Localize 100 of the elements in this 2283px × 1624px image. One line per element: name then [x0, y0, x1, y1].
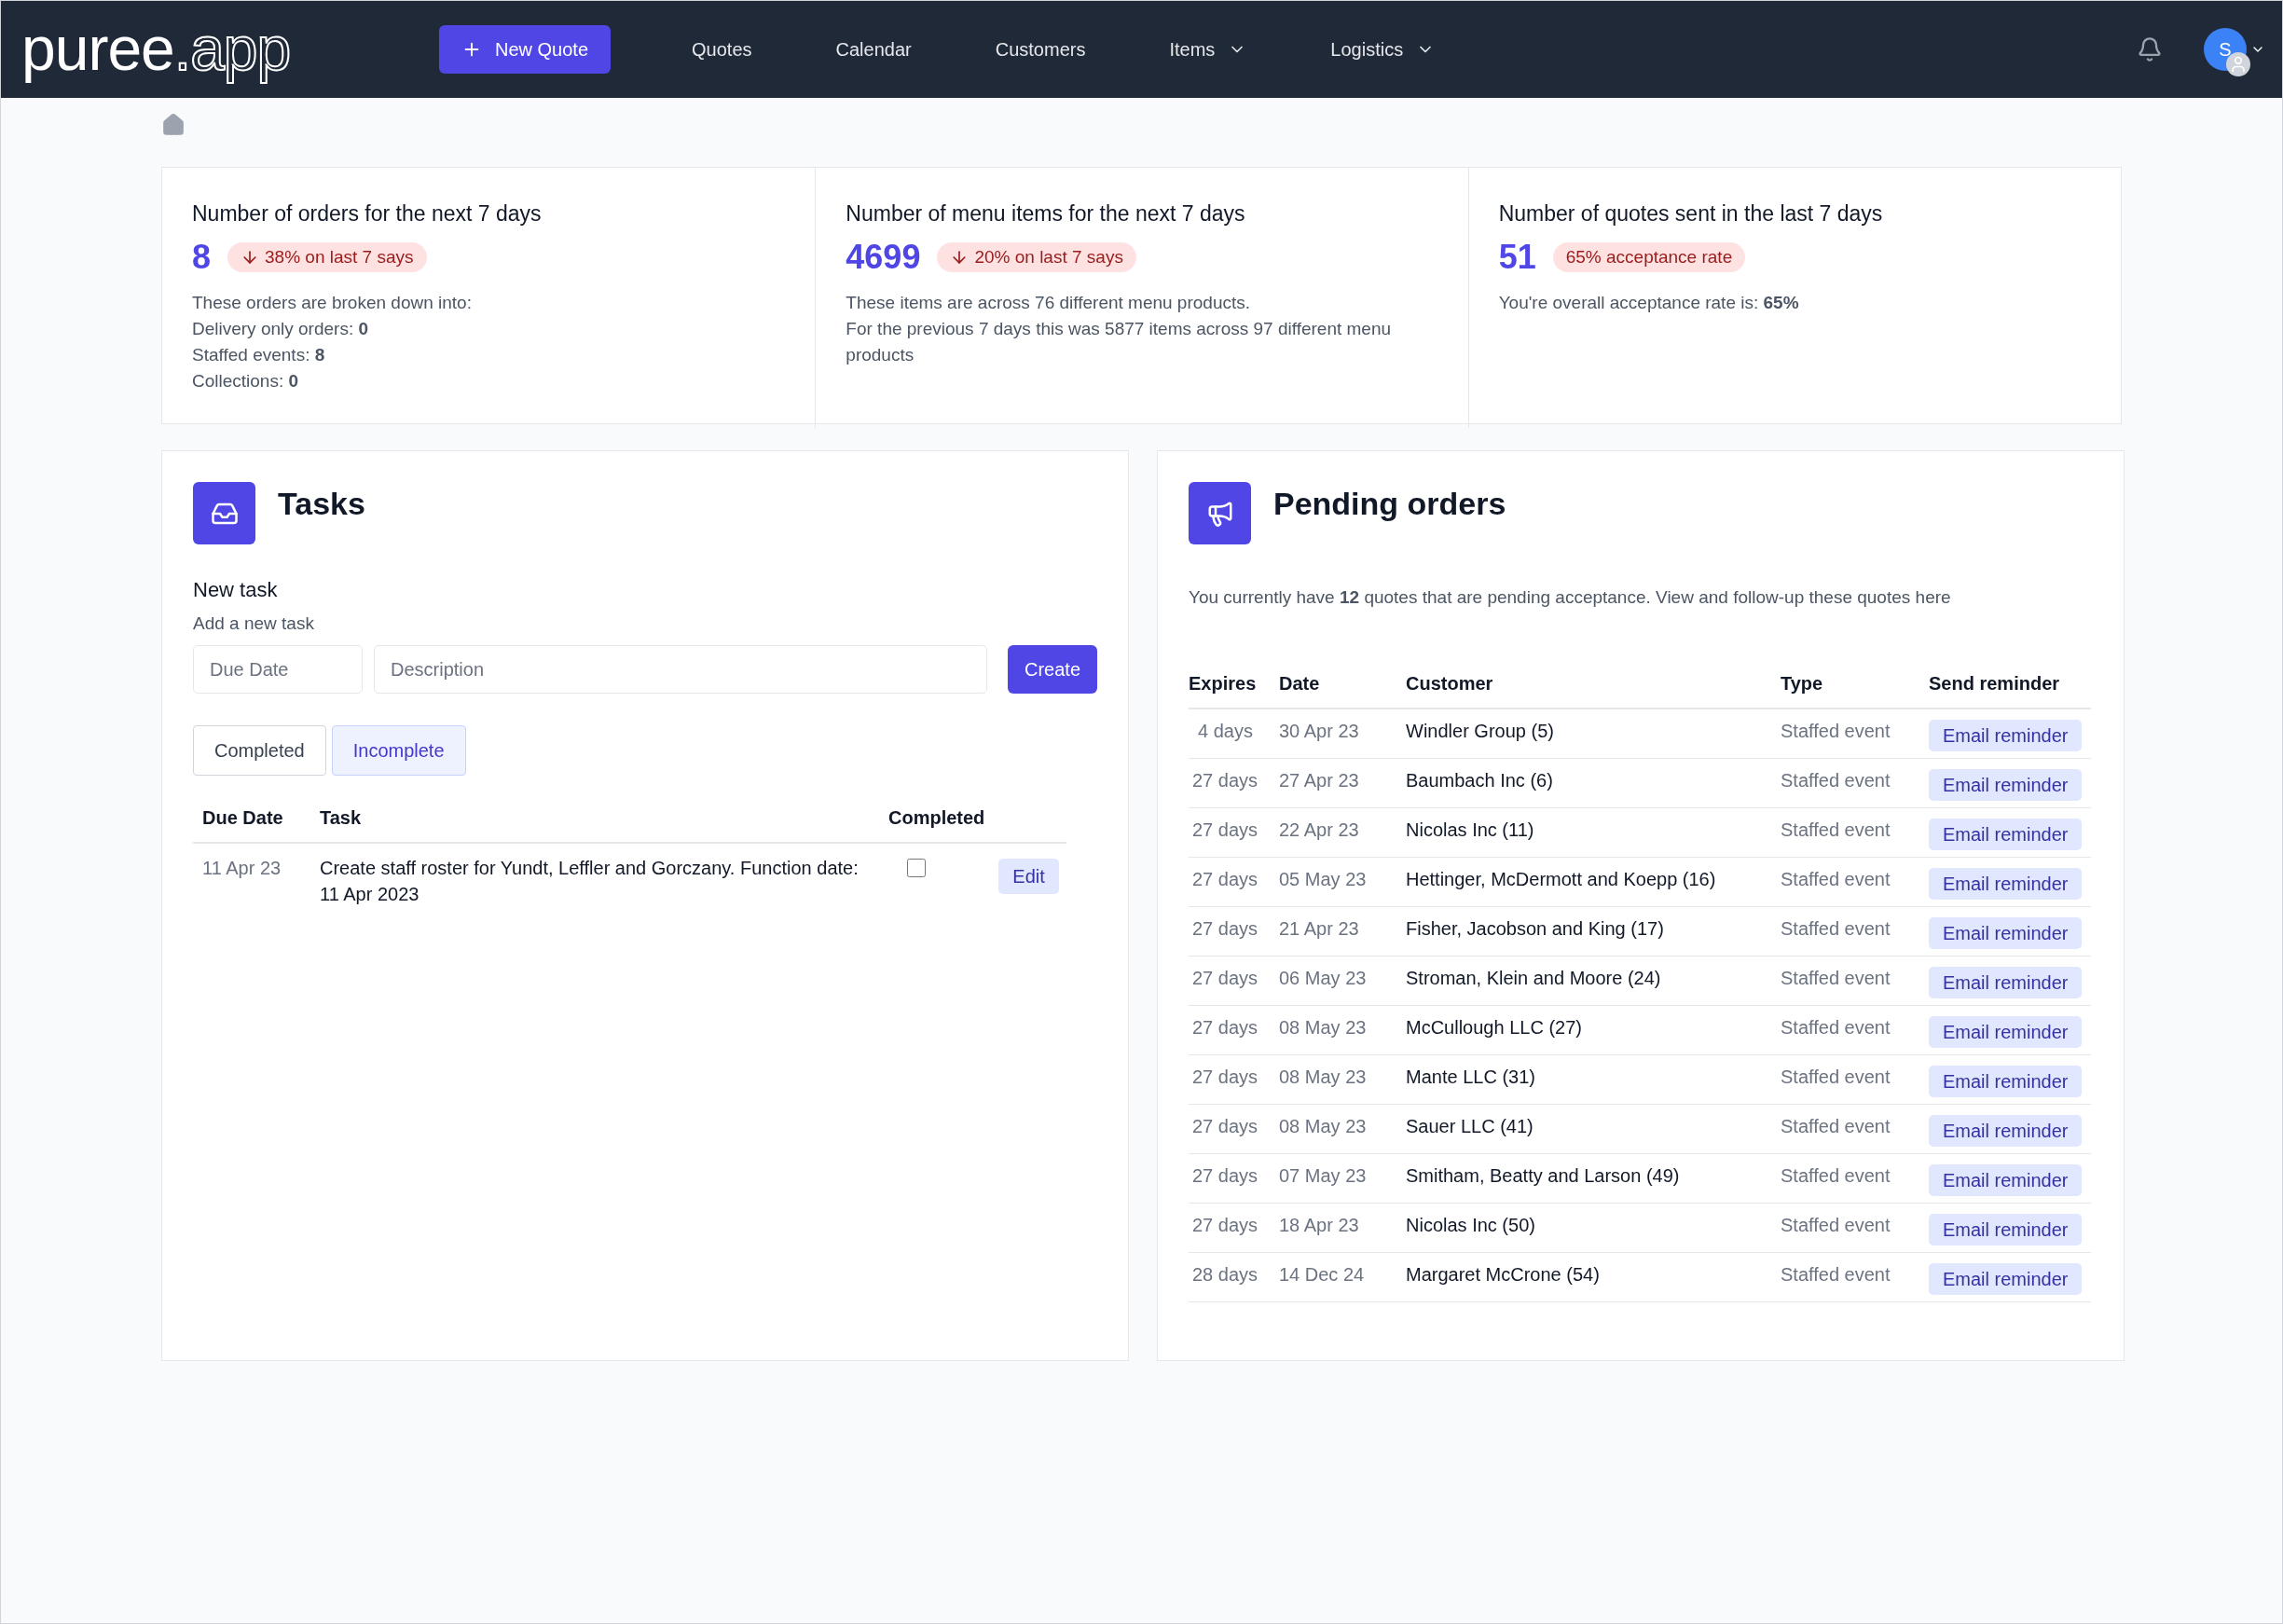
table-cell: 11 Apr 23 [202, 858, 282, 878]
table-cell: 21 Apr 23 [1279, 918, 1359, 939]
table-cell: Hettinger, McDermott and Koepp (16) [1406, 869, 1716, 889]
email-reminder-button[interactable]: Email reminder [1929, 1066, 2083, 1097]
section-heading: New task [193, 578, 279, 602]
table-cell: Smitham, Beatty and Larson (49) [1406, 1165, 1680, 1186]
table-cell: 28 days [1192, 1264, 1258, 1285]
table-cell: 27 days [1192, 869, 1258, 889]
column-header: Task [310, 794, 879, 843]
table-cell: 07 May 23 [1279, 1165, 1367, 1186]
table-cell: 14 Dec 24 [1279, 1264, 1365, 1285]
table-cell: 4 days [1198, 721, 1253, 741]
table-cell: Staffed event [1781, 721, 1891, 741]
panel-title: Tasks [278, 486, 365, 522]
description-field[interactable]: Description [374, 645, 987, 694]
table-cell: 06 May 23 [1279, 968, 1367, 988]
stat-text: You're overall acceptance rate is: 65% [1498, 292, 1800, 314]
summary-text: You currently have 12 quotes that are pending acceptance. View and follow-up these quotes here [1189, 587, 1952, 608]
table-cell: Staffed event [1781, 1116, 1891, 1136]
column-header: Customer [1406, 660, 1781, 709]
table-cell: Staffed event [1781, 819, 1891, 840]
column-header: Date [1279, 660, 1406, 709]
email-reminder-button[interactable]: Email reminder [1929, 1115, 2083, 1147]
table-cell: Windler Group (5) [1406, 721, 1554, 741]
table-cell: 27 days [1192, 968, 1258, 988]
nav-link[interactable]: Items [1127, 38, 1289, 61]
new-quote-button[interactable]: New Quote [439, 25, 612, 74]
email-reminder-button[interactable]: Email reminder [1929, 1016, 2083, 1048]
panel-title: Pending orders [1273, 486, 1506, 522]
table-cell: Staffed event [1781, 869, 1891, 889]
table-cell: 27 days [1192, 1116, 1258, 1136]
column-header: Expires [1189, 660, 1279, 709]
nav-link[interactable]: Calendar [793, 38, 954, 61]
table-cell: Mante LLC (31) [1406, 1067, 1535, 1087]
table-cell: Stroman, Klein and Moore (24) [1406, 968, 1661, 988]
stat-title: Number of orders for the next 7 days [192, 201, 543, 227]
stat-value: 51 [1498, 238, 1536, 277]
table-cell: Staffed event [1781, 968, 1891, 988]
completed-checkbox[interactable] [907, 859, 926, 877]
table-cell: 27 days [1192, 1067, 1258, 1087]
change-badge: 20% on last 7 says [937, 242, 1136, 272]
nav-link[interactable]: Quotes [650, 38, 794, 61]
table-cell: Staffed event [1781, 1017, 1891, 1038]
create-button[interactable]: Create [1007, 645, 1097, 694]
stat-value: 4699 [846, 238, 921, 277]
column-header: Type [1781, 660, 1929, 709]
stat-title: Number of quotes sent in the last 7 days [1498, 201, 1884, 227]
table-cell: Staffed event [1781, 1264, 1891, 1285]
table-cell: 08 May 23 [1279, 1067, 1367, 1087]
table-cell: 27 days [1192, 1017, 1258, 1038]
stat-value: 8 [192, 238, 212, 277]
nav-link[interactable]: Logistics [1288, 38, 1478, 61]
table-cell: Staffed event [1781, 1067, 1891, 1087]
table-cell: Sauer LLC (41) [1406, 1116, 1533, 1136]
stat-text: These items are across 76 different menu products. [846, 292, 1252, 314]
table-cell: Margaret McCrone (54) [1406, 1264, 1600, 1285]
column-header: Due Date [193, 794, 310, 843]
logo[interactable]: puree.app [18, 9, 295, 89]
column-header: Completed [879, 794, 995, 843]
filter-toggle[interactable]: Incomplete [331, 725, 466, 776]
inbox-icon [193, 482, 255, 544]
email-reminder-button[interactable]: Email reminder [1929, 1214, 2083, 1246]
table-cell: Staffed event [1781, 1215, 1891, 1235]
column-header: Send reminder [1929, 660, 2091, 709]
table-cell: 27 days [1192, 819, 1258, 840]
stat-text: Collections: 0 [192, 370, 300, 392]
table-cell: 08 May 23 [1279, 1116, 1367, 1136]
email-reminder-button[interactable]: Email reminder [1929, 1263, 2083, 1295]
email-reminder-button[interactable]: Email reminder [1929, 819, 2083, 850]
table-cell: Baumbach Inc (6) [1406, 770, 1553, 791]
email-reminder-button[interactable]: Email reminder [1929, 1164, 2083, 1196]
table-cell: Nicolas Inc (11) [1406, 819, 1534, 840]
filter-toggle[interactable]: Completed [193, 725, 326, 776]
email-reminder-button[interactable]: Email reminder [1929, 917, 2083, 949]
table-cell: Staffed event [1781, 770, 1891, 791]
email-reminder-button[interactable]: Email reminder [1929, 868, 2083, 900]
table-cell: Nicolas Inc (50) [1406, 1215, 1535, 1235]
stat-text: These orders are broken down into: [192, 292, 473, 314]
due-date-field[interactable]: Due Date [193, 645, 363, 694]
table-cell: McCullough LLC (27) [1406, 1017, 1582, 1038]
edit-button[interactable]: Edit [998, 859, 1059, 894]
table-cell: Staffed event [1781, 1165, 1891, 1186]
table-cell: 27 Apr 23 [1279, 770, 1359, 791]
megaphone-icon [1189, 482, 1251, 544]
table-cell: 08 May 23 [1279, 1017, 1367, 1038]
stat-text: Staffed events: 8 [192, 344, 326, 366]
nav-link[interactable]: Customers [953, 38, 1128, 61]
stat-text: Delivery only orders: 0 [192, 318, 370, 340]
bell-icon[interactable] [2137, 36, 2163, 62]
stat-title: Number of menu items for the next 7 days [846, 201, 1246, 227]
table-cell: Fisher, Jacobson and King (17) [1406, 918, 1664, 939]
change-badge: 38% on last 7 says [227, 242, 427, 272]
table-cell: 30 Apr 23 [1279, 721, 1359, 741]
email-reminder-button[interactable]: Email reminder [1929, 720, 2083, 751]
email-reminder-button[interactable]: Email reminder [1929, 769, 2083, 801]
change-badge: 65% acceptance rate [1552, 242, 1746, 272]
section-hint: Add a new task [193, 613, 315, 634]
table-cell: Staffed event [1781, 918, 1891, 939]
email-reminder-button[interactable]: Email reminder [1929, 967, 2083, 998]
table-cell: 05 May 23 [1279, 869, 1367, 889]
